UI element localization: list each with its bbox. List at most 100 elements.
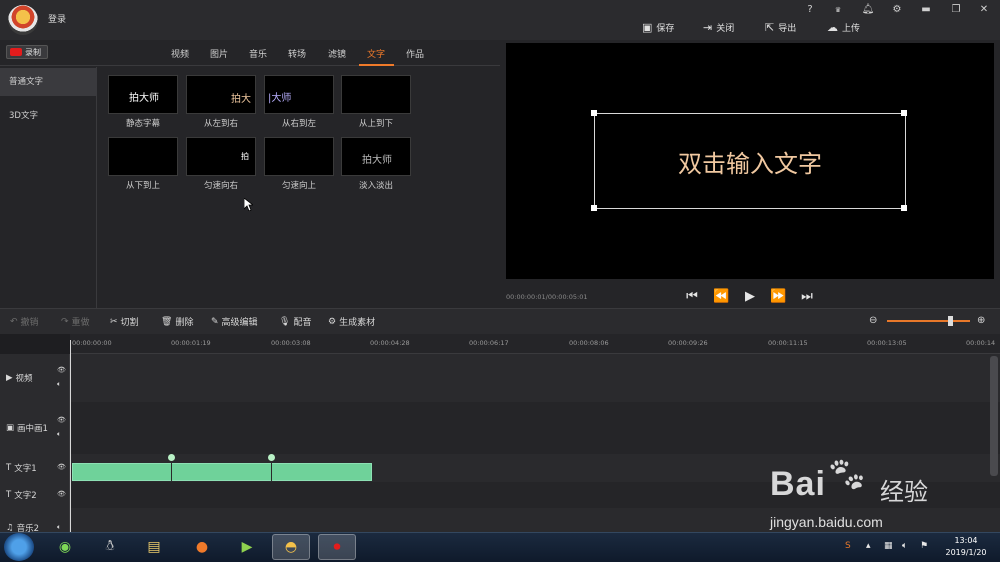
gear-icon[interactable]: ⚙: [888, 3, 906, 17]
ruler-tick: 00:00:11:15: [768, 339, 808, 347]
skip-end-icon[interactable]: ⏭: [799, 289, 815, 304]
save-label: 保存: [656, 23, 675, 34]
step-forward-icon[interactable]: ⏩: [770, 289, 786, 304]
tab-filter[interactable]: 滤镜: [328, 47, 346, 60]
cut-button[interactable]: ✂ 切割: [110, 315, 139, 329]
track-video[interactable]: [70, 354, 1000, 402]
text-effect-thumb[interactable]: 拍大师: [341, 137, 411, 176]
zoom-slider[interactable]: [887, 320, 970, 322]
generate-material-button[interactable]: ⚙ 生成素材: [328, 315, 375, 329]
clock-date: 2019/1/20: [945, 548, 987, 557]
save-button[interactable]: ▣ 保存: [642, 20, 674, 34]
text-effect-thumb[interactable]: [108, 137, 178, 176]
record-button[interactable]: 录制: [6, 45, 48, 59]
ruler-tick: 00:00:01:19: [171, 339, 211, 347]
upload-button[interactable]: ☁ 上传: [827, 20, 860, 34]
advanced-edit-button[interactable]: ✎ 高级编辑: [211, 315, 258, 329]
media-player-icon[interactable]: ▶: [228, 534, 266, 560]
browser-360-icon[interactable]: ◉: [46, 534, 84, 560]
export-button[interactable]: ⇱ 导出: [765, 20, 796, 34]
eye-icon[interactable]: 👁︎: [57, 490, 66, 498]
start-button-icon[interactable]: [4, 533, 34, 561]
taskbar-clock[interactable]: 13:04 2019/1/20: [938, 535, 994, 559]
timeline-scrollbar[interactable]: [990, 356, 998, 476]
dub-button[interactable]: 🎙︎ 配音: [279, 315, 311, 329]
zoom-out-icon[interactable]: ⊖: [869, 315, 877, 326]
zoom-in-icon[interactable]: ⊕: [977, 315, 985, 326]
track-name: 画中画1: [17, 424, 48, 434]
tray-arrow-icon[interactable]: ▴: [866, 541, 871, 551]
maximize-icon[interactable]: ❐: [947, 3, 965, 17]
vip-icon[interactable]: ♛: [829, 3, 847, 17]
track-name: 文字1: [14, 464, 37, 474]
microphone-icon: 🎙︎: [279, 316, 291, 327]
clip-keyframe-dot[interactable]: [168, 454, 175, 461]
thumb-preview-text: |大师: [268, 93, 292, 104]
login-link[interactable]: 登录: [48, 12, 66, 25]
text-effect-thumb[interactable]: [264, 137, 334, 176]
resize-handle[interactable]: [901, 205, 907, 211]
undo-button[interactable]: ↶ 撤销: [10, 315, 39, 329]
category-3d-text[interactable]: 3D文字: [0, 102, 97, 130]
delete-button[interactable]: 🗑︎ 删除: [161, 315, 194, 329]
text-effect-thumb[interactable]: 拍: [186, 137, 256, 176]
speaker-icon[interactable]: 🔈︎: [57, 380, 61, 389]
tab-music[interactable]: 音乐: [249, 47, 267, 60]
qq-icon[interactable]: 🐧︎: [91, 534, 129, 560]
caption-text-box[interactable]: 双击输入文字: [594, 113, 906, 209]
undo-label: 撤销: [20, 318, 39, 328]
tab-video[interactable]: 视频: [171, 47, 189, 60]
close-door-icon: ⇥: [703, 20, 713, 34]
tab-transition[interactable]: 转场: [288, 47, 306, 60]
redo-label: 重做: [71, 318, 90, 328]
resize-handle[interactable]: [901, 110, 907, 116]
text-effect-thumb[interactable]: 拍大: [186, 75, 256, 114]
close-icon[interactable]: ✕: [975, 3, 993, 17]
thumb-label: 从左到右: [203, 119, 238, 129]
clip-keyframe-dot[interactable]: [268, 454, 275, 461]
track-label-text1: T 文字1: [6, 462, 37, 474]
tab-text[interactable]: 文字: [367, 47, 385, 60]
skip-start-icon[interactable]: ⏮: [684, 289, 700, 304]
thumb-label: 从下到上: [125, 181, 160, 191]
text-effect-thumb[interactable]: |大师: [264, 75, 334, 114]
redo-button[interactable]: ↷ 重做: [61, 315, 90, 329]
tab-image[interactable]: 图片: [210, 47, 228, 60]
text-track-icon: T: [6, 463, 12, 473]
text-effect-thumb[interactable]: 拍大师: [108, 75, 178, 114]
ruler-tick: 00:00:06:17: [469, 339, 509, 347]
help-icon[interactable]: ?: [801, 3, 819, 17]
tab-works[interactable]: 作品: [406, 47, 424, 60]
zoom-slider-handle[interactable]: [948, 316, 953, 326]
thumb-label: 从右到左: [281, 119, 316, 129]
resize-handle[interactable]: [591, 110, 597, 116]
playhead[interactable]: [70, 340, 71, 532]
ruler-tick: 00:00:00:00: [72, 339, 112, 347]
eye-icon[interactable]: 👁︎: [57, 416, 66, 424]
text-effect-thumb[interactable]: [341, 75, 411, 114]
speaker-icon[interactable]: 🔈︎: [57, 430, 61, 439]
file-explorer-icon[interactable]: ▤: [135, 534, 173, 560]
close-project-button[interactable]: ⇥ 关闭: [703, 20, 734, 34]
minimize-icon[interactable]: ▬: [917, 3, 935, 17]
paidashi-app-icon[interactable]: ◓: [272, 534, 310, 560]
bell-icon[interactable]: 🔔︎: [859, 3, 877, 17]
sogou-input-icon[interactable]: S: [845, 541, 851, 551]
category-normal-text[interactable]: 普通文字: [0, 68, 97, 96]
volume-icon[interactable]: 🔈︎: [902, 541, 907, 551]
speaker-icon[interactable]: 🔈︎: [57, 523, 61, 532]
eye-icon[interactable]: 👁︎: [57, 463, 66, 471]
step-back-icon[interactable]: ⏪: [713, 289, 729, 304]
network-icon[interactable]: ▦: [884, 541, 893, 551]
caption-text[interactable]: 双击输入文字: [678, 144, 822, 179]
firefox-icon[interactable]: ●: [183, 534, 221, 560]
eye-icon[interactable]: 👁︎: [57, 366, 66, 374]
action-center-icon[interactable]: ⚑: [920, 541, 928, 551]
text-clip[interactable]: [72, 463, 372, 481]
track-pip[interactable]: [70, 402, 1000, 454]
recorder-app-icon[interactable]: ⏺: [318, 534, 356, 560]
resize-handle[interactable]: [591, 205, 597, 211]
delete-label: 删除: [175, 318, 194, 328]
upload-label: 上传: [842, 23, 861, 34]
play-icon[interactable]: ▶: [742, 289, 758, 304]
